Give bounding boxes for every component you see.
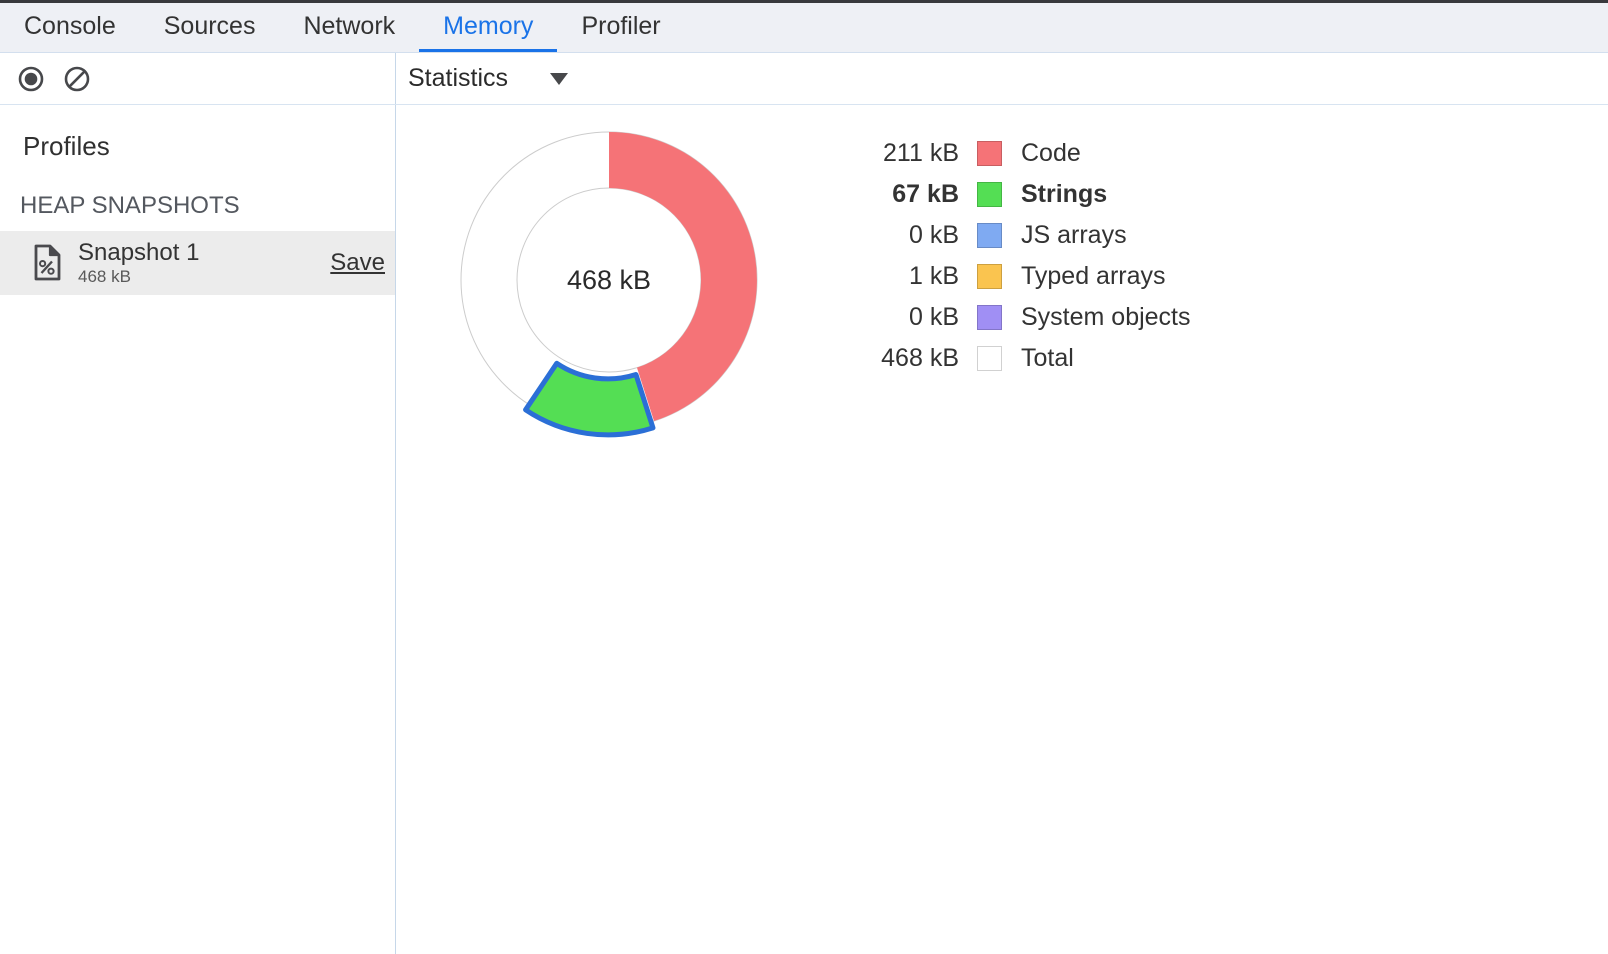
- strings-swatch-icon: [977, 182, 1002, 207]
- legend-label: Strings: [1021, 180, 1107, 209]
- legend-value: 1 kB: [849, 262, 959, 291]
- clear-profiles-icon[interactable]: [64, 66, 90, 92]
- save-snapshot-link[interactable]: Save: [330, 249, 385, 277]
- chart-legend: 211 kB Code 67 kB Strings 0 kB JS arrays…: [849, 133, 1191, 379]
- legend-label: System objects: [1021, 303, 1191, 332]
- profiles-sidebar: Profiles HEAP SNAPSHOTS Snapshot 1 468 k…: [0, 105, 396, 954]
- typed-arrays-swatch-icon: [977, 264, 1002, 289]
- snapshot-text-block: Snapshot 1 468 kB: [78, 240, 199, 286]
- system-objects-swatch-icon: [977, 305, 1002, 330]
- donut-center-total-label: 468 kB: [567, 265, 651, 295]
- record-heap-snapshot-icon[interactable]: [18, 66, 44, 92]
- snapshot-title: Snapshot 1: [78, 240, 199, 266]
- devtools-tab-bar: Console Sources Network Memory Profiler: [0, 3, 1608, 53]
- legend-row-strings[interactable]: 67 kB Strings: [849, 174, 1191, 215]
- perspective-select-value: Statistics: [408, 64, 508, 93]
- heap-statistics-donut-chart: 468 kB: [449, 120, 769, 455]
- tab-memory[interactable]: Memory: [419, 3, 557, 52]
- legend-label: JS arrays: [1021, 221, 1127, 250]
- snapshot-size: 468 kB: [78, 267, 199, 286]
- legend-value: 0 kB: [849, 303, 959, 332]
- legend-row-typed-arrays[interactable]: 1 kB Typed arrays: [849, 256, 1191, 297]
- tab-profiler[interactable]: Profiler: [557, 3, 684, 52]
- code-swatch-icon: [977, 141, 1002, 166]
- snapshot-list-item[interactable]: Snapshot 1 468 kB Save: [0, 231, 395, 295]
- legend-row-js-arrays[interactable]: 0 kB JS arrays: [849, 215, 1191, 256]
- total-swatch-icon: [977, 346, 1002, 371]
- legend-row-total[interactable]: 468 kB Total: [849, 338, 1191, 379]
- legend-row-system-objects[interactable]: 0 kB System objects: [849, 297, 1191, 338]
- legend-value: 211 kB: [849, 139, 959, 168]
- tab-console[interactable]: Console: [0, 3, 140, 52]
- js-arrays-swatch-icon: [977, 223, 1002, 248]
- perspective-select[interactable]: Statistics: [408, 64, 568, 93]
- profiler-toolbar: Statistics: [0, 53, 1608, 105]
- legend-label: Code: [1021, 139, 1081, 168]
- legend-value: 0 kB: [849, 221, 959, 250]
- tab-sources[interactable]: Sources: [140, 3, 280, 52]
- profiles-title: Profiles: [23, 131, 395, 162]
- heap-snapshots-heading: HEAP SNAPSHOTS: [20, 192, 395, 220]
- legend-label: Total: [1021, 344, 1074, 373]
- tab-network[interactable]: Network: [279, 3, 419, 52]
- legend-value: 67 kB: [849, 180, 959, 209]
- legend-row-code[interactable]: 211 kB Code: [849, 133, 1191, 174]
- statistics-pane: 468 kB 211 kB Code 67 kB Strings 0 kB JS…: [396, 105, 1608, 954]
- heap-snapshot-document-icon: [30, 243, 64, 283]
- toolbar-left-section: [0, 53, 396, 104]
- toolbar-right-section: Statistics: [396, 53, 1608, 104]
- legend-value: 468 kB: [849, 344, 959, 373]
- legend-label: Typed arrays: [1021, 262, 1166, 291]
- chevron-down-icon: [550, 73, 568, 85]
- panel-content: Profiles HEAP SNAPSHOTS Snapshot 1 468 k…: [0, 105, 1608, 954]
